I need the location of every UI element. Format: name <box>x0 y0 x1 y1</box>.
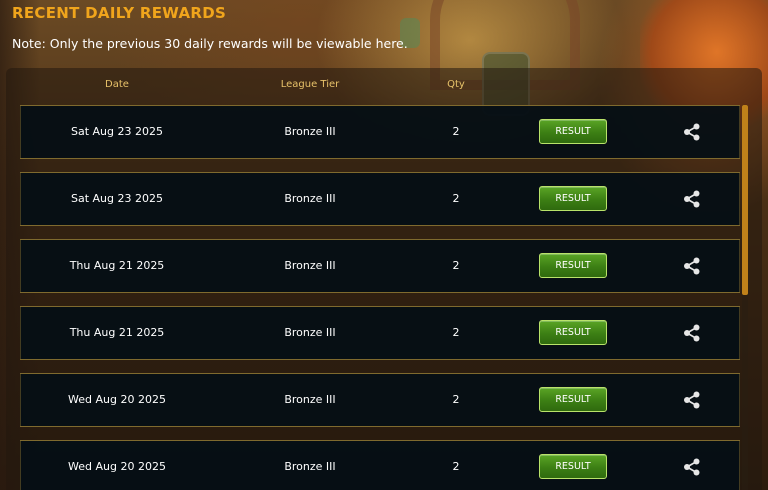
row-date: Thu Aug 21 2025 <box>69 259 165 272</box>
row-league-tier: Bronze III <box>284 326 336 339</box>
table-row: Wed Aug 20 2025 Bronze III 2 RESULT <box>20 440 740 490</box>
table-row: Thu Aug 21 2025 Bronze III 2 RESULT <box>20 239 740 293</box>
share-icon[interactable] <box>682 189 702 209</box>
result-button[interactable]: RESULT <box>539 320 607 345</box>
row-qty: 2 <box>452 125 460 138</box>
rewards-note: Note: Only the previous 30 daily rewards… <box>12 36 408 51</box>
row-date: Wed Aug 20 2025 <box>68 460 166 473</box>
result-button[interactable]: RESULT <box>539 253 607 278</box>
row-date: Sat Aug 23 2025 <box>71 125 163 138</box>
row-league-tier: Bronze III <box>284 259 336 272</box>
table-row: Sat Aug 23 2025 Bronze III 2 RESULT <box>20 105 740 159</box>
row-league-tier: Bronze III <box>284 393 336 406</box>
scrollbar-thumb[interactable] <box>742 105 748 295</box>
row-league-tier: Bronze III <box>284 125 336 138</box>
row-date: Sat Aug 23 2025 <box>71 192 163 205</box>
row-qty: 2 <box>452 393 460 406</box>
result-button[interactable]: RESULT <box>539 454 607 479</box>
scrollbar-track[interactable] <box>742 105 748 490</box>
share-icon[interactable] <box>682 457 702 477</box>
row-qty: 2 <box>452 460 460 473</box>
share-icon[interactable] <box>682 122 702 142</box>
page-title: RECENT DAILY REWARDS <box>12 4 227 22</box>
share-icon[interactable] <box>682 323 702 343</box>
row-date: Wed Aug 20 2025 <box>68 393 166 406</box>
table-row: Wed Aug 20 2025 Bronze III 2 RESULT <box>20 373 740 427</box>
result-button[interactable]: RESULT <box>539 119 607 144</box>
table-header: Date League Tier Qty <box>6 68 762 102</box>
share-icon[interactable] <box>682 390 702 410</box>
column-header-league-tier: League Tier <box>280 79 340 90</box>
row-date: Thu Aug 21 2025 <box>69 326 165 339</box>
column-header-date: Date <box>105 79 129 90</box>
table-row: Sat Aug 23 2025 Bronze III 2 RESULT <box>20 172 740 226</box>
share-icon[interactable] <box>682 256 702 276</box>
rewards-table: Date League Tier Qty Sat Aug 23 2025 Bro… <box>6 68 762 490</box>
row-league-tier: Bronze III <box>284 192 336 205</box>
result-button[interactable]: RESULT <box>539 186 607 211</box>
table-row: Thu Aug 21 2025 Bronze III 2 RESULT <box>20 306 740 360</box>
table-body[interactable]: Sat Aug 23 2025 Bronze III 2 RESULT Sat … <box>20 105 742 490</box>
result-button[interactable]: RESULT <box>539 387 607 412</box>
row-qty: 2 <box>452 326 460 339</box>
row-league-tier: Bronze III <box>284 460 336 473</box>
row-qty: 2 <box>452 192 460 205</box>
row-qty: 2 <box>452 259 460 272</box>
column-header-qty: Qty <box>447 79 465 90</box>
